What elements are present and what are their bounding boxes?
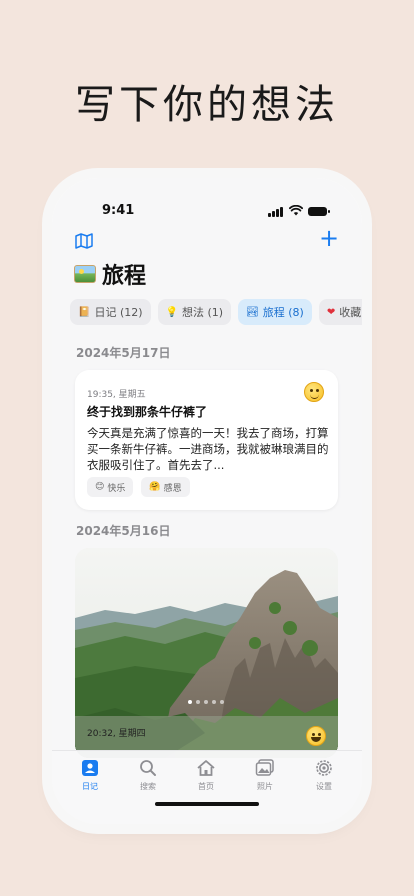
chip-label: 想法 (1) <box>181 306 224 319</box>
notebook-icon: 📔 <box>78 306 91 318</box>
tag-happy[interactable]: 😊 快乐 <box>87 477 134 497</box>
tab-label: 设置 <box>316 782 332 791</box>
tab-home[interactable]: 首页 <box>186 759 226 792</box>
page-indicator[interactable] <box>188 700 224 704</box>
tab-label: 照片 <box>257 782 273 791</box>
happy-emoji-icon: 😊 <box>95 482 105 492</box>
home-indicator[interactable] <box>155 802 259 806</box>
date-header: 2024年5月17日 <box>76 346 171 360</box>
chip-thoughts[interactable]: 💡 想法 (1) <box>157 299 232 325</box>
search-icon <box>140 760 156 776</box>
promo-headline: 写下你的想法 <box>75 82 339 128</box>
lightbulb-icon: 💡 <box>165 306 178 318</box>
home-icon <box>197 760 215 776</box>
phone-frame: 9:41 + 旅程 📔 日记 (12) 💡 想法 (1) 🏞 旅程 (8) ❤ … <box>52 178 362 824</box>
add-entry-button[interactable]: + <box>319 226 339 250</box>
picture-icon <box>74 265 96 283</box>
tab-label: 首页 <box>198 782 214 791</box>
chip-diary[interactable]: 📔 日记 (12) <box>70 299 151 325</box>
page-title: 旅程 <box>102 264 147 289</box>
tab-label: 日记 <box>82 782 98 791</box>
status-bar: 9:41 <box>52 202 362 222</box>
tag-label: 感恩 <box>163 483 182 494</box>
photo-entry-card[interactable]: 20:32, 星期四 <box>75 548 338 758</box>
tab-diary[interactable]: 日记 <box>70 759 110 792</box>
tab-photos[interactable]: 照片 <box>245 759 285 792</box>
entry-excerpt: 今天真是充满了惊喜的一天！我去了商场，打算买一条新牛仔裤。一进商场，我就被琳琅满… <box>87 426 329 472</box>
entry-meta: 20:32, 星期四 <box>87 729 146 739</box>
chip-label: 日记 (12) <box>94 306 143 319</box>
hug-emoji-icon: 🤗 <box>149 482 161 492</box>
tab-search[interactable]: 搜索 <box>128 759 168 792</box>
chip-journey[interactable]: 🏞 旅程 (8) <box>238 299 312 325</box>
tag-label: 快乐 <box>107 483 126 494</box>
app-screen: 9:41 + 旅程 📔 日记 (12) 💡 想法 (1) 🏞 旅程 (8) ❤ … <box>52 178 362 824</box>
entry-title: 终于找到那条牛仔裤了 <box>87 405 208 419</box>
status-time: 9:41 <box>102 203 135 218</box>
wifi-icon <box>289 205 303 216</box>
gear-icon <box>316 760 332 776</box>
heart-icon: ❤ <box>326 306 336 318</box>
tag-grateful[interactable]: 🤗 感恩 <box>141 477 190 497</box>
map-icon[interactable] <box>75 233 93 249</box>
signal-icon <box>268 207 283 217</box>
grin-icon <box>306 726 326 746</box>
smiley-icon <box>304 382 324 402</box>
photos-icon <box>255 759 274 776</box>
page-header: 旅程 <box>74 258 146 290</box>
category-filter: 📔 日记 (12) 💡 想法 (1) 🏞 旅程 (8) ❤ 收藏 <box>70 299 362 327</box>
chip-label: 旅程 (8) <box>262 306 304 319</box>
entry-card[interactable]: 19:35, 星期五 终于找到那条牛仔裤了 今天真是充满了惊喜的一天！我去了商场… <box>75 370 338 510</box>
picture-icon: 🏞 <box>246 306 259 318</box>
chip-favorites[interactable]: ❤ 收藏 <box>318 299 362 325</box>
battery-icon <box>308 207 330 216</box>
tab-settings[interactable]: 设置 <box>304 759 344 792</box>
entry-tags: 😊 快乐 🤗 感恩 <box>87 477 190 497</box>
tab-bar: 日记 搜索 首页 照片 设置 <box>52 750 362 824</box>
journal-icon <box>82 760 98 776</box>
tab-label: 搜索 <box>140 782 156 791</box>
date-header: 2024年5月16日 <box>76 524 171 538</box>
entry-meta: 19:35, 星期五 <box>87 390 146 400</box>
chip-label: 收藏 <box>339 306 362 319</box>
